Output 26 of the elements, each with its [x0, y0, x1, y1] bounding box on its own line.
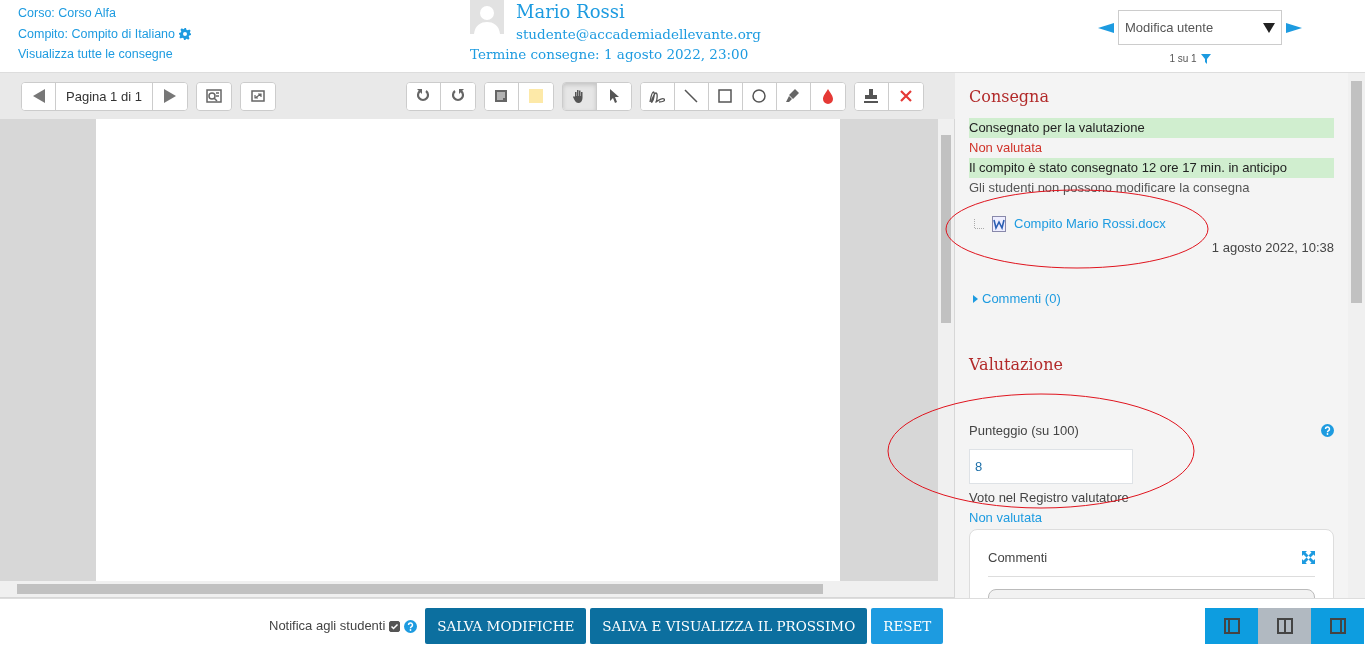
- all-submissions-link[interactable]: Visualizza tutte le consegne: [18, 44, 192, 65]
- file-link[interactable]: Compito Mario Rossi.docx: [1014, 214, 1166, 234]
- course-link[interactable]: Corso: Corso Alfa: [18, 3, 192, 24]
- form-button[interactable]: RESET: [871, 608, 944, 644]
- gradebook-link[interactable]: Non valutata: [969, 507, 1334, 527]
- notify-label: Notifica agli studenti: [269, 617, 386, 636]
- status-text: Non valutata: [969, 139, 1043, 157]
- assignment-link[interactable]: Compito: Compito di Italiano: [18, 23, 176, 44]
- gradebook-label: Voto nel Registro valutatore: [969, 489, 1130, 507]
- user-dropdown[interactable]: Modifica utente: [1118, 10, 1282, 45]
- score-field[interactable]: 8: [969, 449, 1133, 484]
- status-text: Il compito è stato consegnato 12 ore 17 min. in anticipo: [969, 158, 1334, 178]
- user-count: 1 su 1: [1169, 52, 1197, 66]
- score-label: Punteggio (su 100): [969, 421, 1079, 440]
- feedback-title: Commenti: [988, 549, 1048, 567]
- form-button[interactable]: SALVA MODIFICHE: [425, 608, 587, 644]
- page-indicator: Pagina 1 di 1: [56, 82, 153, 110]
- status-text: Consegnato per la valutazione: [969, 118, 1334, 138]
- file-date: 1 agosto 2022, 10:38: [1211, 239, 1334, 255]
- user-email: studente@accademiadellevante.org: [516, 25, 761, 44]
- user-name[interactable]: Mario Rossi: [516, 0, 761, 24]
- section-heading: Consegna: [969, 86, 1050, 108]
- due-date: Termine consegne: 1 agosto 2022, 23:00: [470, 45, 750, 65]
- section-heading: Valutazione: [969, 353, 1064, 376]
- form-button[interactable]: SALVA E VISUALIZZA IL PROSSIMO: [590, 608, 868, 644]
- comments-link[interactable]: Commenti (0): [982, 289, 1061, 309]
